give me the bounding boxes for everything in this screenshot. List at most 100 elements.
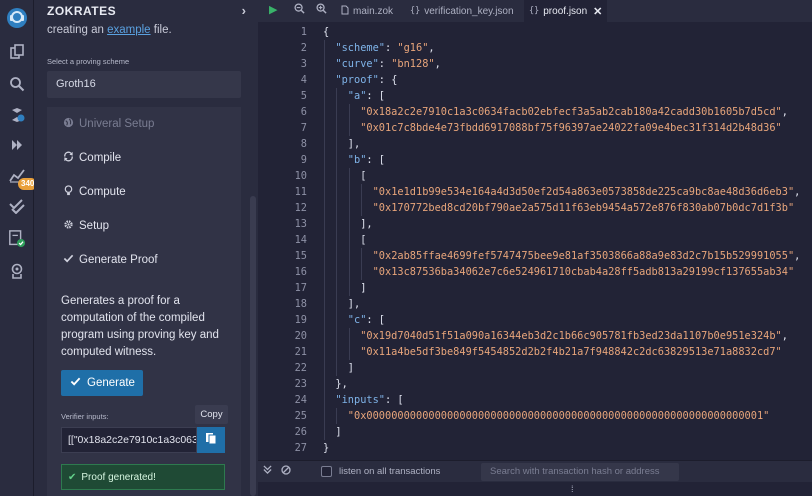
close-icon[interactable]: ✕	[593, 5, 602, 18]
indent-guide	[336, 136, 338, 152]
json-key: "curve"	[335, 58, 379, 70]
copy-button[interactable]	[197, 427, 225, 453]
indent-guide	[348, 248, 350, 264]
code-line: 9 "b": [	[258, 152, 812, 168]
file-icon	[341, 5, 349, 18]
deploy-icon[interactable]	[8, 136, 26, 154]
run-icon[interactable]: ▶	[269, 3, 277, 16]
example-link[interactable]: example	[107, 24, 150, 36]
collapse-icon[interactable]	[263, 465, 272, 477]
json-punctuation: ,	[781, 106, 788, 118]
indent-guide	[336, 200, 338, 216]
step-generate-proof[interactable]: Generate Proof	[47, 243, 241, 277]
step-label: Compute	[79, 186, 126, 198]
step-compile[interactable]: Compile	[47, 141, 241, 175]
line-text: "0x0000000000000000000000000000000000000…	[348, 408, 770, 424]
indent-guide	[336, 328, 338, 344]
code-line: 8],	[258, 136, 812, 152]
json-punctuation: : [	[385, 394, 404, 406]
zoom-in-icon[interactable]	[316, 3, 327, 17]
file-explorer-icon[interactable]	[8, 43, 26, 61]
indent-guide	[336, 248, 338, 264]
step-compute[interactable]: Compute	[47, 175, 241, 209]
intro-text: creating an example file.	[47, 24, 172, 36]
line-number: 13	[294, 218, 307, 230]
indent-guide	[336, 88, 338, 104]
indent-guide	[324, 264, 325, 280]
line-number: 3	[300, 58, 307, 70]
line-number: 5	[300, 90, 307, 102]
indent-guide	[336, 312, 338, 328]
verify-icon[interactable]	[8, 197, 26, 215]
line-text: ],	[348, 136, 360, 152]
generate-button[interactable]: Generate	[61, 370, 143, 396]
code-line: 18],	[258, 296, 812, 312]
json-punctuation: : [	[366, 90, 386, 102]
json-punctuation: [	[360, 170, 367, 182]
code-line: 17]	[258, 280, 812, 296]
json-string: "0x2ab85ffae4699fef5747475bee9e81af35038…	[372, 250, 795, 262]
indent-guide	[348, 344, 350, 360]
code-line: 23},	[258, 376, 812, 392]
indent-guide	[348, 328, 350, 344]
solidity-compiler-icon[interactable]	[8, 106, 26, 124]
line-text: "a": [	[348, 88, 385, 104]
step-label: Compile	[79, 152, 122, 164]
tab-proof-json[interactable]: {} proof.json ✕	[524, 0, 608, 22]
indent-guide	[348, 232, 350, 248]
lightbulb-icon	[61, 185, 75, 199]
code-line: 2 "scheme": "g16",	[258, 40, 812, 56]
json-string: "0x19d7040d51f51a090a16344eb3d2c1b66c905…	[360, 330, 782, 342]
code-line: 1{	[258, 24, 812, 40]
code-line: 15 "0x2ab85ffae4699fef5747475bee9e81af350…	[258, 248, 812, 264]
line-text: ]	[335, 424, 341, 440]
json-punctuation: ,	[781, 330, 788, 342]
listen-transactions-checkbox[interactable]	[321, 466, 332, 477]
gear-icon	[61, 219, 75, 233]
zoom-out-icon[interactable]	[294, 3, 305, 17]
indent-guide	[361, 248, 363, 264]
line-text: "0x13c87536ba34062e7c6e524961710cbab4a28…	[373, 264, 795, 280]
line-text: "scheme": "g16",	[335, 40, 434, 56]
search-icon[interactable]	[8, 75, 26, 93]
indent-guide	[361, 184, 363, 200]
indent-guide	[336, 168, 338, 184]
line-number: 1	[300, 26, 307, 38]
step-label: Generate Proof	[79, 254, 158, 266]
json-key: "b"	[347, 154, 367, 166]
indent-guide	[336, 408, 338, 424]
transaction-search-input[interactable]: Search with transaction hash or address	[481, 463, 679, 481]
line-text: "0x1e1d1b99e534e164a4d3d50ef2d54a863e057…	[373, 184, 801, 200]
check-icon	[61, 253, 75, 267]
tab-main-zok[interactable]: main.zok	[336, 0, 398, 22]
line-text: ],	[348, 296, 360, 312]
indent-guide	[361, 264, 363, 280]
line-text: ],	[360, 216, 372, 232]
intro-text-before: creating an	[47, 24, 108, 36]
json-string: "g16"	[397, 42, 429, 54]
settings-icon[interactable]	[8, 262, 26, 280]
line-number: 2	[300, 42, 307, 54]
clear-icon[interactable]	[281, 465, 291, 478]
indent-guide	[361, 200, 363, 216]
tab-verification-key-json[interactable]: {} verification_key.json	[405, 0, 519, 22]
indent-guide	[348, 184, 350, 200]
verifier-inputs-field[interactable]: [["0x18a2c2e7910c1a3c0634facb02ebfecf3a5…	[61, 427, 197, 453]
line-text: ]	[360, 280, 366, 296]
indent-guide	[324, 200, 325, 216]
line-number: 11	[294, 186, 307, 198]
panel-scrollbar[interactable]	[250, 196, 256, 496]
resize-handle[interactable]: ⁞	[571, 484, 574, 494]
proving-scheme-select[interactable]: Groth16	[47, 71, 241, 98]
line-text: [	[360, 232, 366, 248]
line-text: "c": [	[348, 312, 385, 328]
code-line: 5 "a": [	[258, 88, 812, 104]
remix-logo-icon[interactable]	[5, 6, 29, 30]
clipboard-icon	[205, 431, 217, 449]
step-setup[interactable]: Setup	[47, 209, 241, 243]
verifier-inputs-label: Verifier inputs:	[61, 412, 109, 421]
line-text: ]	[348, 360, 354, 376]
code-line: 13],	[258, 216, 812, 232]
chevron-right-icon[interactable]: ›	[242, 3, 246, 18]
zokrates-icon[interactable]	[8, 230, 26, 248]
